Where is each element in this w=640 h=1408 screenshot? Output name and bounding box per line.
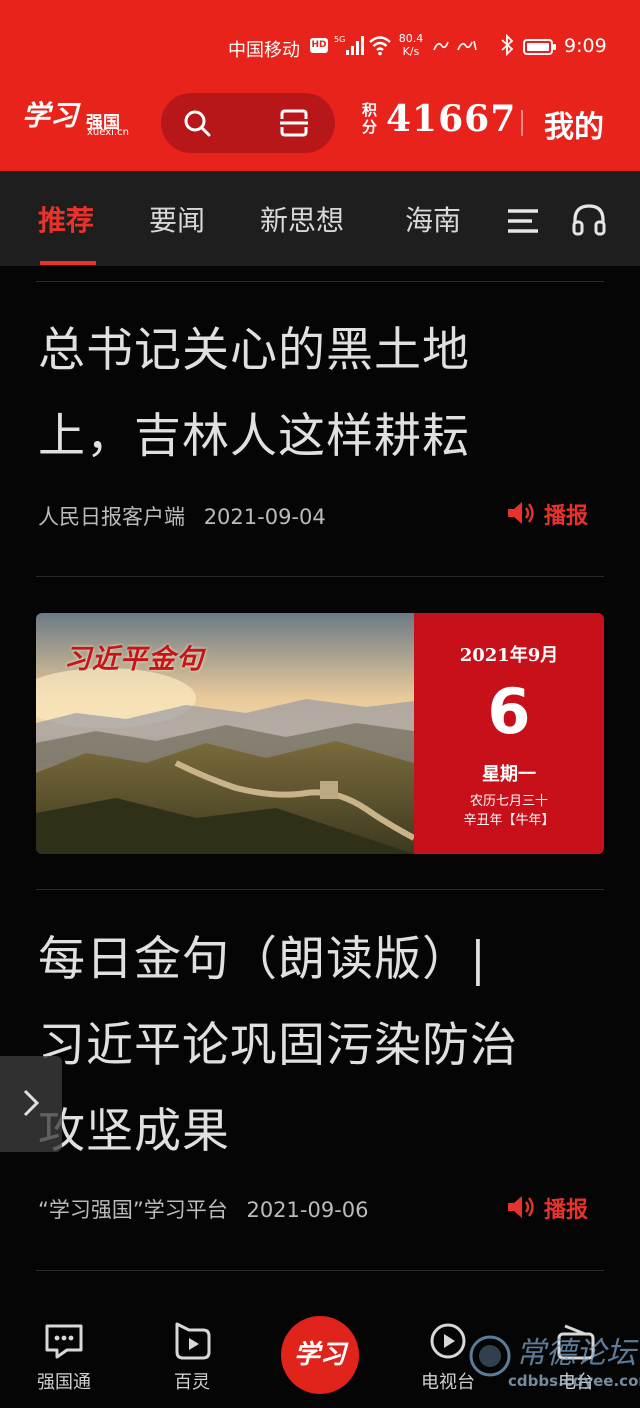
feed-separator <box>36 576 604 577</box>
watermark-text: 常德论坛 <box>516 1336 636 1371</box>
scan-icon[interactable] <box>279 109 309 137</box>
banner-weekday: 星期一 <box>482 764 536 785</box>
wifi-icon <box>369 36 391 56</box>
channel-menu-icon[interactable] <box>506 207 540 235</box>
article-title[interactable]: 总书记关心的黑土地 上，吉林人这样耕耘 <box>38 308 598 480</box>
feed-separator <box>36 889 604 890</box>
points-label: 积分 <box>362 101 378 136</box>
banner-lunar-date: 农历七月三十 <box>469 794 548 809</box>
battery-icon <box>523 39 556 55</box>
hd-badge: HD <box>310 38 328 53</box>
chat-icon <box>45 1324 83 1359</box>
app-notification-icons <box>433 40 477 51</box>
banner-day: 6 <box>487 675 531 748</box>
net-type-label: 5G <box>334 35 345 44</box>
article-title-line: 习近平论巩固污染防治 <box>38 1018 518 1073</box>
banner-ganzhi-year: 辛丑年【牛年】 <box>463 813 555 828</box>
banner-year-month: 2021年9月 <box>459 645 559 666</box>
speed-unit: K/s <box>402 45 420 58</box>
search-icon[interactable] <box>183 109 211 137</box>
article-meta: “学习强国”学习平台 2021-09-06 <box>38 1194 369 1224</box>
nav-study-home[interactable]: 学习 <box>281 1316 359 1394</box>
clock: 9:09 <box>564 35 607 57</box>
feed-separator <box>36 1270 604 1271</box>
app-logo[interactable]: 学习 强国 xuexi.cn <box>22 94 134 142</box>
daily-quote-banner[interactable]: 习近平金句 2021年9月 6 星期一 农历七月三十 辛丑年【牛年】 <box>36 613 604 854</box>
tab-recommend[interactable]: 推荐 <box>38 199 94 239</box>
speaker-icon <box>508 502 534 524</box>
bluetooth-icon <box>501 34 514 56</box>
search-bar[interactable] <box>161 93 335 153</box>
nav-label: 强国通 <box>37 1372 91 1393</box>
speaker-icon <box>508 1196 534 1218</box>
play-circle-icon <box>430 1323 466 1359</box>
side-drawer-handle[interactable] <box>0 1056 62 1152</box>
article-title-line: 攻坚成果 <box>38 1104 230 1159</box>
article-title[interactable]: 每日金句（朗读版）| 习近平论巩固污染防治 攻坚成果 <box>38 917 598 1175</box>
play-label: 播报 <box>544 504 589 529</box>
article-date: 2021-09-04 <box>203 505 326 529</box>
play-square-icon <box>175 1322 211 1360</box>
active-tab-indicator <box>40 261 96 265</box>
banner-title: 习近平金句 <box>64 644 204 675</box>
speed-value: 80.4 <box>398 32 424 45</box>
tab-news[interactable]: 要闻 <box>149 199 205 239</box>
article-source: 人民日报客户端 <box>38 505 185 529</box>
signal-icon: 5G <box>334 35 364 55</box>
article-source: “学习强国”学习平台 <box>38 1198 228 1222</box>
tab-new-thought[interactable]: 新思想 <box>260 199 344 239</box>
nav-center-logo: 学习 <box>293 1340 346 1370</box>
article-title-line: 每日金句（朗读版）| <box>38 932 487 987</box>
feed-separator <box>36 281 604 282</box>
points-value: 41667 <box>386 98 517 140</box>
network-speed: 80.4 K/s <box>396 32 426 58</box>
chevron-right-icon <box>23 1089 40 1117</box>
forum-watermark: 常德论坛 cdbbs.cdyee.com <box>468 1320 640 1408</box>
article-date: 2021-09-06 <box>246 1198 369 1222</box>
tab-hainan[interactable]: 海南 <box>405 199 461 239</box>
play-broadcast-button[interactable]: 播报 <box>506 1192 596 1224</box>
watermark-seal-icon <box>469 1335 511 1377</box>
logo-script: 学习 <box>22 99 79 132</box>
status-bar: 中国移动 HD 5G 80.4 K/s 9:09 <box>0 22 640 72</box>
logo-url: xuexi.cn <box>87 127 129 138</box>
channel-tabs: 推荐 要闻 新思想 海南 <box>0 171 640 266</box>
play-broadcast-button[interactable]: 播报 <box>506 498 596 530</box>
headphone-icon[interactable] <box>571 202 607 238</box>
nav-chat[interactable]: 强国通 <box>14 1322 114 1394</box>
article-meta: 人民日报客户端 2021-09-04 <box>38 501 326 531</box>
watermark-url: cdbbs.cdyee.com <box>508 1372 640 1390</box>
app-header: 中国移动 HD 5G 80.4 K/s 9:09 学习 强国 xuexi.cn … <box>0 0 640 171</box>
carrier-name: 中国移动 <box>228 40 300 61</box>
nav-bailing[interactable]: 百灵 <box>142 1322 242 1394</box>
article-title-line: 上，吉林人这样耕耘 <box>38 409 470 464</box>
mine-button[interactable]: 我的 <box>544 102 604 146</box>
article-title-line: 总书记关心的黑土地 <box>38 323 470 378</box>
nav-label: 百灵 <box>174 1372 210 1393</box>
header-divider <box>521 110 523 136</box>
banner-date-panel: 2021年9月 6 星期一 农历七月三十 辛丑年【牛年】 <box>414 613 604 854</box>
play-label: 播报 <box>544 1198 589 1223</box>
